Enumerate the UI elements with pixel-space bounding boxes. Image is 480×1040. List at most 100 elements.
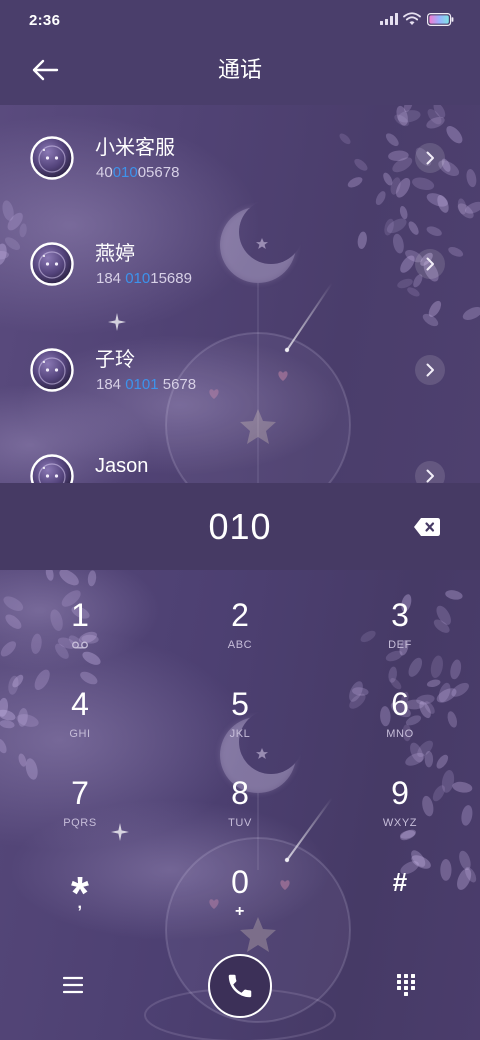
contact-avatar [30,348,74,392]
avatar-eye [45,262,50,266]
contact-avatar [30,136,74,180]
contact-name: 子玲 [95,349,135,371]
contact-search-results[interactable]: 小米客服 4001005678 燕婷 184 01015689 子玲 184 0… [0,105,480,483]
key-2[interactable]: 2 ABC [160,580,320,669]
key-6[interactable]: 6 MNO [320,669,480,758]
key-letters: ABC [227,639,253,651]
dialpad-dot [411,980,415,984]
key-digit: 1 [71,597,89,633]
contact-row[interactable]: 燕婷 184 01015689 [0,211,480,317]
contact-detail-button[interactable] [415,143,445,173]
key-digit: 9 [391,775,409,811]
key-4[interactable]: 4 GHI [0,669,160,758]
contact-row[interactable]: 小米客服 4001005678 [0,105,480,211]
wifi-arc [405,16,419,21]
chevron-right-icon [426,151,434,165]
dial-display: 010 [0,483,480,570]
dialpad-dot [404,986,408,990]
key-digit: # [392,867,408,897]
wifi-arc [403,12,421,18]
dialpad-dot [404,992,408,996]
number-part: 15689 [150,270,192,287]
key-letters: + [235,903,245,920]
backspace-icon [414,518,440,536]
number-part: 5678 [158,376,197,393]
number-part: 184 [96,376,126,393]
contact-name: Jason [95,455,149,477]
avatar-eye [45,156,50,160]
keypad: 1 2 ABC 3 DEF 4 GHI 5 JKL 6 MNO 7 PQRS 8… [0,570,480,1040]
dialpad-dot [397,980,401,984]
avatar-ring [30,454,74,483]
menu-button[interactable] [58,970,88,1000]
key-digit: 2 [231,597,249,633]
battery-icon [427,13,454,26]
avatar-sparkle [43,361,45,363]
avatar-sparkle [43,467,45,469]
signal-icon [380,13,398,25]
key-digit: 6 [391,686,409,722]
top-bar: 2:36 通话 [0,0,480,105]
chevron-path [426,363,434,377]
contact-number: 184 0101 5678 [96,376,196,394]
contact-avatar [30,242,74,286]
number-part: 40 [96,164,113,181]
chevron-path [426,469,434,483]
dialpad-dot [404,974,408,978]
key-9[interactable]: 9 WXYZ [320,758,480,847]
key-letters: MNO [386,728,414,740]
dialpad-dot [397,974,401,978]
key-digit: 8 [231,775,249,811]
key-digit: 0 [231,864,249,900]
menu-icon [63,976,83,994]
phone-icon [228,974,252,998]
key-letters: TUV [228,817,252,829]
dialpad-icon [397,974,415,996]
number-part: 184 [96,270,126,287]
call-button[interactable] [208,954,272,1018]
contact-detail-button[interactable] [415,249,445,279]
key-7[interactable]: 7 PQRS [0,758,160,847]
key-letters: WXYZ [382,817,418,829]
chevron-path [426,257,434,271]
avatar-eye [45,368,50,372]
contact-number: 184 01015689 [96,270,192,288]
chevron-right-icon [426,469,434,483]
contact-detail-button[interactable] [415,355,445,385]
number-match: 010 [125,270,151,287]
avatar-eye [54,262,59,266]
dialpad-dot [397,986,401,990]
avatar-sparkle [43,255,45,257]
key-8[interactable]: 8 TUV [160,758,320,847]
voicemail-circle [81,641,88,649]
battery-level [429,15,449,24]
dialpad-dot [411,974,415,978]
contact-detail-button[interactable] [415,461,445,483]
contact-row[interactable]: 子玲 184 0101 5678 [0,317,480,423]
avatar-eye [54,156,59,160]
key-letters: JKL [229,728,251,740]
contact-name: 燕婷 [95,243,135,265]
contact-row[interactable]: Jason [0,423,480,483]
backspace-button[interactable] [410,514,444,540]
key-letters: , [77,895,83,912]
dialpad-dot [404,980,408,984]
key-3[interactable]: 3 DEF [320,580,480,669]
key-star[interactable]: * , [0,847,160,936]
key-hash[interactable]: # [320,847,480,936]
page-title: 通话 [217,57,262,82]
voicemail-icon [72,641,88,649]
avatar-eye [45,474,50,478]
dialpad-button[interactable] [391,970,421,1000]
key-digit: 5 [231,686,249,722]
key-0[interactable]: 0 + [160,847,320,936]
signal-bar [380,21,383,25]
number-match: 0101 [125,376,159,393]
key-5[interactable]: 5 JKL [160,669,320,758]
key-1[interactable]: 1 [0,580,160,669]
voicemail-circle [72,641,79,649]
signal-bar [395,13,398,25]
signal-bar [390,16,393,25]
chevron-path [426,151,434,165]
dialed-number[interactable]: 010 [0,506,480,548]
